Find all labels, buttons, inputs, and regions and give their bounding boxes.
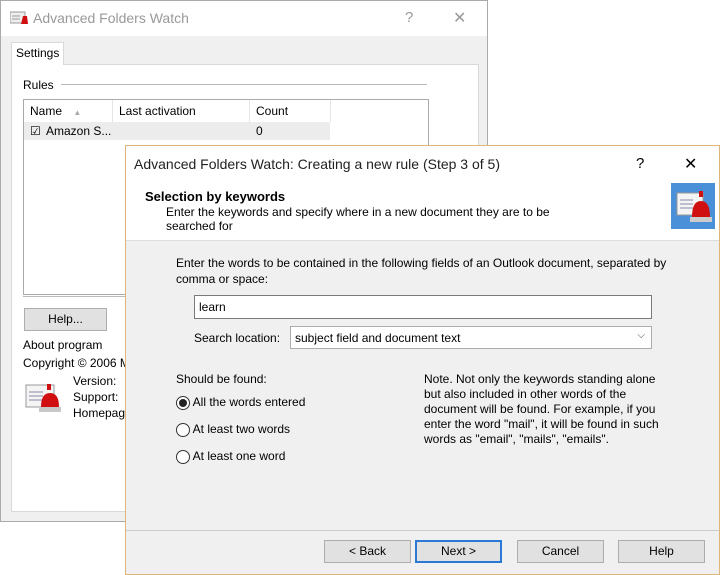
option-label: All the words entered (192, 395, 306, 409)
radio-icon[interactable] (176, 449, 190, 464)
homepage-label: Homepage (73, 406, 132, 420)
table-row[interactable]: ☑ Amazon S... 0 (24, 122, 330, 140)
column-last-activation[interactable]: Last activation (113, 100, 250, 122)
radio-two-words[interactable]: At least two words (176, 422, 290, 437)
rules-label: Rules (23, 78, 54, 92)
back-button[interactable]: < Back (324, 540, 411, 563)
search-location-select[interactable]: subject field and document text ⌵ (290, 326, 652, 349)
next-button[interactable]: Next > (415, 540, 502, 563)
new-rule-dialog: Advanced Folders Watch: Creating a new r… (125, 145, 720, 575)
tab-settings[interactable]: Settings (11, 42, 64, 65)
note-text: Note. Not only the keywords standing alo… (424, 372, 659, 446)
main-title: Advanced Folders Watch (33, 10, 189, 26)
support-label: Support: (73, 390, 119, 404)
about-label: About program (23, 338, 103, 352)
keywords-input[interactable] (194, 295, 652, 319)
column-label: Name (30, 104, 63, 118)
column-count[interactable]: Count (250, 100, 331, 122)
rule-count: 0 (256, 124, 263, 138)
help-button[interactable]: Help... (24, 308, 107, 331)
help-button[interactable]: Help (618, 540, 705, 563)
dialog-title: Advanced Folders Watch: Creating a new r… (134, 156, 500, 172)
main-title-bar: Advanced Folders Watch ? ✕ (1, 1, 487, 36)
rules-divider (61, 84, 427, 85)
column-name[interactable]: Name ▲ (24, 100, 113, 122)
cancel-button[interactable]: Cancel (517, 540, 604, 563)
close-icon[interactable]: ✕ (684, 154, 697, 174)
chevron-down-icon: ⌵ (637, 330, 645, 341)
radio-selected-icon[interactable] (176, 395, 190, 410)
step-heading: Selection by keywords (145, 189, 286, 204)
radio-one-word[interactable]: At least one word (176, 449, 285, 464)
option-label: At least one word (192, 449, 286, 463)
app-logo-icon (25, 384, 61, 412)
close-icon[interactable]: ✕ (453, 8, 466, 28)
rule-name: Amazon S... (46, 124, 112, 138)
app-logo-icon (671, 183, 715, 229)
radio-icon[interactable] (176, 422, 190, 437)
should-be-found-label: Should be found: (176, 372, 267, 386)
help-icon[interactable]: ? (636, 155, 644, 172)
version-label: Version: (73, 374, 117, 388)
dialog-header: Advanced Folders Watch: Creating a new r… (126, 146, 719, 241)
help-icon[interactable]: ? (405, 9, 413, 26)
sort-icon: ▲ (73, 108, 82, 117)
step-subheading: Enter the keywords and specify where in … (166, 205, 550, 233)
instruction-text: Enter the words to be contained in the f… (176, 256, 667, 286)
search-location-label: Search location: (194, 331, 281, 345)
copyright: Copyright © 2006 M (23, 356, 130, 370)
radio-all-words[interactable]: All the words entered (176, 395, 305, 410)
search-location-value: subject field and document text (295, 331, 461, 345)
checkbox-checked-icon[interactable]: ☑ (30, 124, 41, 138)
option-label: At least two words (192, 422, 291, 436)
footer-divider (126, 530, 719, 531)
app-icon (10, 11, 28, 24)
